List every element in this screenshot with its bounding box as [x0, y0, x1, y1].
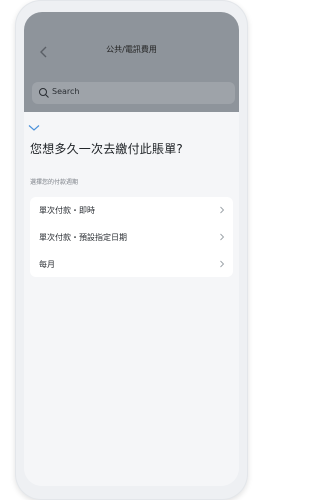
sheet-question: 您想多久一次去繳付此賬單? — [30, 142, 183, 156]
header: 公共/電訊費用 — [24, 12, 239, 82]
option-label: 單次付款・即時 — [39, 206, 95, 215]
app-screen: 公共/電訊費用 Search 您想多久一次去繳付此賬單? 選擇您的付款週期 單次… — [24, 12, 239, 486]
sheet-subtitle: 選擇您的付款週期 — [30, 179, 79, 186]
search-placeholder: Search — [52, 87, 80, 96]
chevron-down-icon[interactable] — [28, 124, 40, 132]
search-icon — [39, 88, 49, 98]
chevron-right-icon — [220, 260, 225, 268]
option-monthly[interactable]: 每月 — [30, 251, 233, 277]
search-input[interactable]: Search — [32, 82, 235, 104]
option-label: 單次付款・預設指定日期 — [39, 233, 127, 242]
chevron-right-icon — [220, 206, 225, 214]
page-title: 公共/電訊費用 — [106, 45, 157, 54]
chevron-right-icon — [220, 233, 225, 241]
payment-frequency-list: 單次付款・即時 單次付款・預設指定日期 每月 — [30, 197, 233, 277]
option-one-time-immediate[interactable]: 單次付款・即時 — [30, 197, 233, 223]
option-label: 每月 — [39, 260, 55, 269]
bottom-sheet — [24, 112, 239, 486]
option-one-time-scheduled[interactable]: 單次付款・預設指定日期 — [30, 224, 233, 250]
